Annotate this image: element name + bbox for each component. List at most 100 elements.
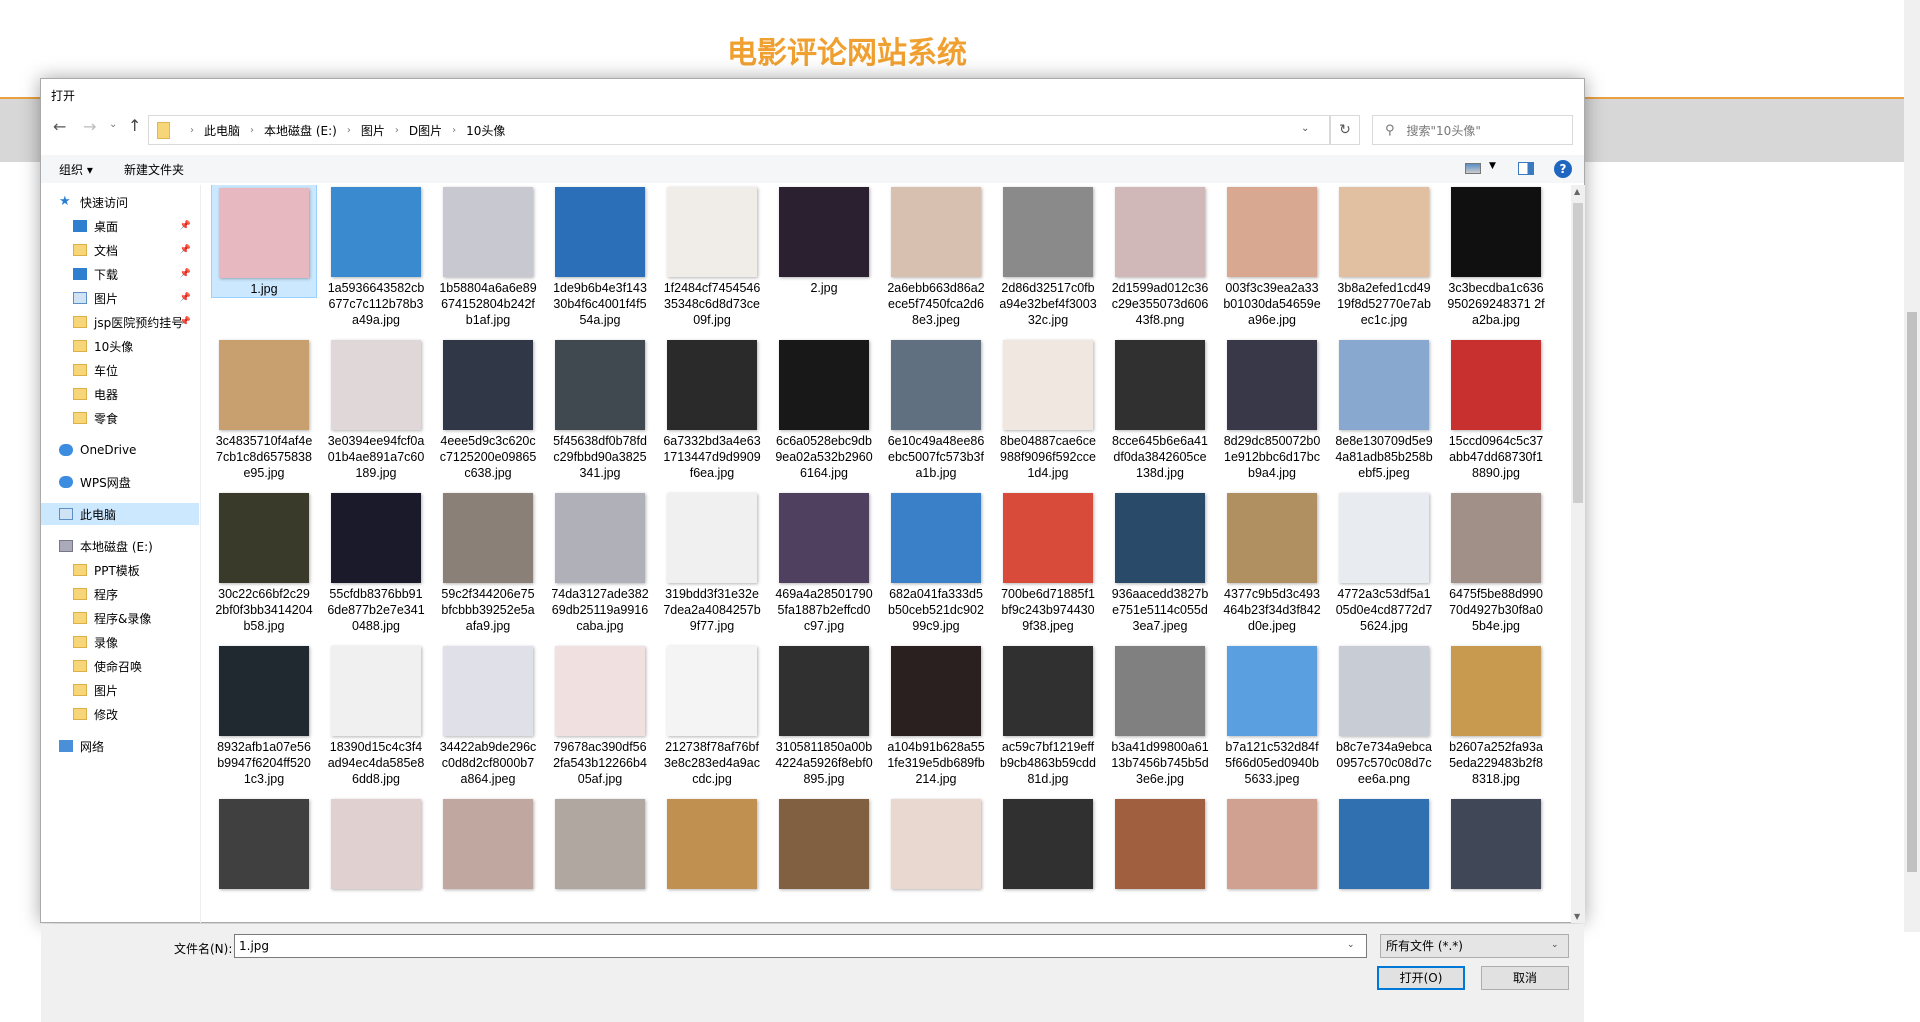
file-item[interactable]: b7a121c532d84f5f66d05ed0940b5633.jpeg <box>1219 642 1325 787</box>
file-item[interactable]: 469a4a285017905fa1887b2effcd0c97.jpg <box>771 489 877 634</box>
sidebar-item[interactable]: 电器 <box>41 383 199 405</box>
pin-icon[interactable]: 📌 <box>180 317 191 327</box>
filename-input[interactable]: 1.jpg <box>234 934 1367 958</box>
file-item[interactable] <box>883 795 989 889</box>
organize-button[interactable]: 组织 ▾ <box>59 161 93 178</box>
back-arrow-icon[interactable]: ← <box>53 117 66 136</box>
file-item[interactable] <box>435 795 541 889</box>
breadcrumb-item[interactable]: 本地磁盘 (E:) <box>264 122 337 139</box>
file-item[interactable]: b3a41d99800a6113b7456b745b5d3e6e.jpg <box>1107 642 1213 787</box>
file-item[interactable]: 700be6d71885f1bf9c243b9744309f38.jpeg <box>995 489 1101 634</box>
sidebar-item[interactable]: 程序 <box>41 583 199 605</box>
file-item[interactable] <box>211 795 317 889</box>
file-item[interactable]: 8932afb1a07e56b9947f6204ff5201c3.jpg <box>211 642 317 787</box>
file-item[interactable]: 18390d15c4c3f4ad94ec4da585e86dd8.jpg <box>323 642 429 787</box>
file-item[interactable]: 936aacedd3827be751e5114c055d3ea7.jpeg <box>1107 489 1213 634</box>
file-item[interactable]: 3105811850a00b4224a5926f8ebf0895.jpg <box>771 642 877 787</box>
breadcrumb-separator-icon[interactable]: › <box>347 125 351 136</box>
file-item[interactable]: 6c6a0528ebc9db9ea02a532b29606164.jpg <box>771 336 877 481</box>
sidebar-item[interactable]: 10头像 <box>41 335 199 357</box>
file-item[interactable] <box>1219 795 1325 889</box>
file-item[interactable]: 1de9b6b4e3f14330b4f6c4001f4f554a.jpg <box>547 185 653 328</box>
file-item[interactable] <box>547 795 653 889</box>
preview-pane-icon[interactable] <box>1518 162 1534 175</box>
file-item[interactable]: 1a5936643582cb677c7c112b78b3a49a.jpg <box>323 185 429 328</box>
file-item[interactable]: 6a7332bd3a4e631713447d9d9909f6ea.jpg <box>659 336 765 481</box>
sidebar-item[interactable]: 图片 📌 <box>41 287 199 309</box>
open-button[interactable]: 打开(O) <box>1377 966 1465 990</box>
file-item[interactable]: b2607a252fa93a5eda229483b2f88318.jpg <box>1443 642 1549 787</box>
file-item[interactable]: 1f2484cf745454635348c6d8d73ce09f.jpg <box>659 185 765 328</box>
file-item[interactable]: 74da3127ade38269db25119a9916caba.jpg <box>547 489 653 634</box>
sidebar-item[interactable]: 下载 📌 <box>41 263 199 285</box>
sidebar-item[interactable]: OneDrive <box>41 439 199 461</box>
file-grid-scrollbar[interactable]: ▲ ▼ <box>1571 185 1585 923</box>
page-scroll-thumb[interactable] <box>1907 312 1917 872</box>
file-item[interactable]: 4772a3c53df5a105d0e4cd8772d75624.jpg <box>1331 489 1437 634</box>
cancel-button[interactable]: 取消 <box>1481 966 1569 990</box>
address-bar[interactable]: › 此电脑 › 本地磁盘 (E:) › 图片 › D图片 › 10头像 <box>148 115 1330 145</box>
file-item[interactable] <box>1443 795 1549 889</box>
file-item[interactable]: 1b58804a6a6e89674152804b242fb1af.jpg <box>435 185 541 328</box>
file-item[interactable]: 8cce645b6e6a41df0da3842605ce138d.jpg <box>1107 336 1213 481</box>
file-item[interactable]: 34422ab9de296cc0d8d2cf8000b7a864.jpeg <box>435 642 541 787</box>
scroll-thumb[interactable] <box>1573 203 1583 503</box>
filetype-chevron-icon[interactable]: ⌄ <box>1551 940 1559 950</box>
file-item[interactable]: 3c4835710f4af4e7cb1c8d6575838e95.jpg <box>211 336 317 481</box>
file-item[interactable]: 59c2f344206e75bfcbbb39252e5aafa9.jpg <box>435 489 541 634</box>
file-item[interactable]: 3e0394ee94fcf0a01b4ae891a7c60189.jpg <box>323 336 429 481</box>
pin-icon[interactable]: 📌 <box>180 221 191 231</box>
sidebar-item[interactable]: 网络 <box>41 735 199 757</box>
sidebar-item[interactable]: 程序&录像 <box>41 607 199 629</box>
file-item[interactable]: 2d86d32517c0fba94e32bef4f300332c.jpg <box>995 185 1101 328</box>
file-item[interactable]: ac59c7bf1219effb9cb4863b59cdd81d.jpg <box>995 642 1101 787</box>
file-item[interactable] <box>323 795 429 889</box>
sidebar-item[interactable]: 录像 <box>41 631 199 653</box>
filename-dropdown-chevron-icon[interactable]: ⌄ <box>1347 940 1355 950</box>
breadcrumb-item[interactable]: 10头像 <box>466 122 505 139</box>
sidebar-item[interactable]: 本地磁盘 (E:) <box>41 535 199 557</box>
forward-arrow-icon[interactable]: → <box>83 117 96 136</box>
breadcrumb-item[interactable]: 图片 <box>361 122 385 139</box>
sidebar-item[interactable]: 桌面 📌 <box>41 215 199 237</box>
file-item[interactable] <box>995 795 1101 889</box>
sidebar-item[interactable]: 车位 <box>41 359 199 381</box>
file-item[interactable]: 79678ac390df562fa543b12266b405af.jpg <box>547 642 653 787</box>
file-item[interactable]: 319bdd3f31e32e7dea2a4084257b9f77.jpg <box>659 489 765 634</box>
sidebar-item[interactable]: 修改 <box>41 703 199 725</box>
pin-icon[interactable]: 📌 <box>180 269 191 279</box>
file-item[interactable]: 55cfdb8376bb916de877b2e7e3410488.jpg <box>323 489 429 634</box>
file-item[interactable]: 15ccd0964c5c37abb47dd68730f18890.jpg <box>1443 336 1549 481</box>
file-item[interactable]: 1.jpg <box>211 185 317 298</box>
file-item[interactable]: 4eee5d9c3c620cc7125200e09865c638.jpg <box>435 336 541 481</box>
file-item[interactable] <box>1331 795 1437 889</box>
breadcrumb-separator-icon[interactable]: › <box>452 125 456 136</box>
sidebar-item[interactable]: 使命召唤 <box>41 655 199 677</box>
up-arrow-icon[interactable]: ↑ <box>128 116 141 135</box>
file-item[interactable]: 2.jpg <box>771 185 877 296</box>
breadcrumb-separator-icon[interactable]: › <box>250 125 254 136</box>
file-item[interactable]: 003f3c39ea2a33b01030da54659ea96e.jpg <box>1219 185 1325 328</box>
pin-icon[interactable]: 📌 <box>180 293 191 303</box>
view-dropdown-caret-icon[interactable]: ▼ <box>1489 161 1496 171</box>
sidebar-item[interactable]: ★ 快速访问 <box>41 191 199 213</box>
file-item[interactable]: b8c7e734a9ebca0957c570c08d7cee6a.png <box>1331 642 1437 787</box>
sidebar-item[interactable]: WPS网盘 <box>41 471 199 493</box>
scroll-down-icon[interactable]: ▼ <box>1574 912 1580 921</box>
file-item[interactable]: 3c3becdba1c636950269248371 2fa2ba.jpg <box>1443 185 1549 328</box>
refresh-button[interactable]: ↻ <box>1330 115 1360 145</box>
file-item[interactable]: 682a041fa333d5b50ceb521dc90299c9.jpg <box>883 489 989 634</box>
page-scrollbar[interactable] <box>1904 0 1920 932</box>
sidebar-item[interactable]: 文档 📌 <box>41 239 199 261</box>
file-item[interactable]: 2d1599ad012c36c29e355073d60643f8.png <box>1107 185 1213 328</box>
file-item[interactable]: 8e8e130709d5e94a81adb85b258bebf5.jpeg <box>1331 336 1437 481</box>
file-item[interactable]: 8d29dc850072b01e912bbc6d17bcb9a4.jpg <box>1219 336 1325 481</box>
sidebar-item[interactable]: 图片 <box>41 679 199 701</box>
file-item[interactable] <box>659 795 765 889</box>
file-item[interactable]: 4377c9b5d3c493464b23f34d3f842d0e.jpeg <box>1219 489 1325 634</box>
sidebar-item[interactable]: PPT模板 <box>41 559 199 581</box>
search-input[interactable]: ⚲ 搜索"10头像" <box>1372 115 1573 145</box>
change-view-icon[interactable] <box>1465 163 1481 174</box>
file-item[interactable]: 212738f78af76bf3e8c283ed4a9accdc.jpg <box>659 642 765 787</box>
file-item[interactable] <box>1107 795 1213 889</box>
